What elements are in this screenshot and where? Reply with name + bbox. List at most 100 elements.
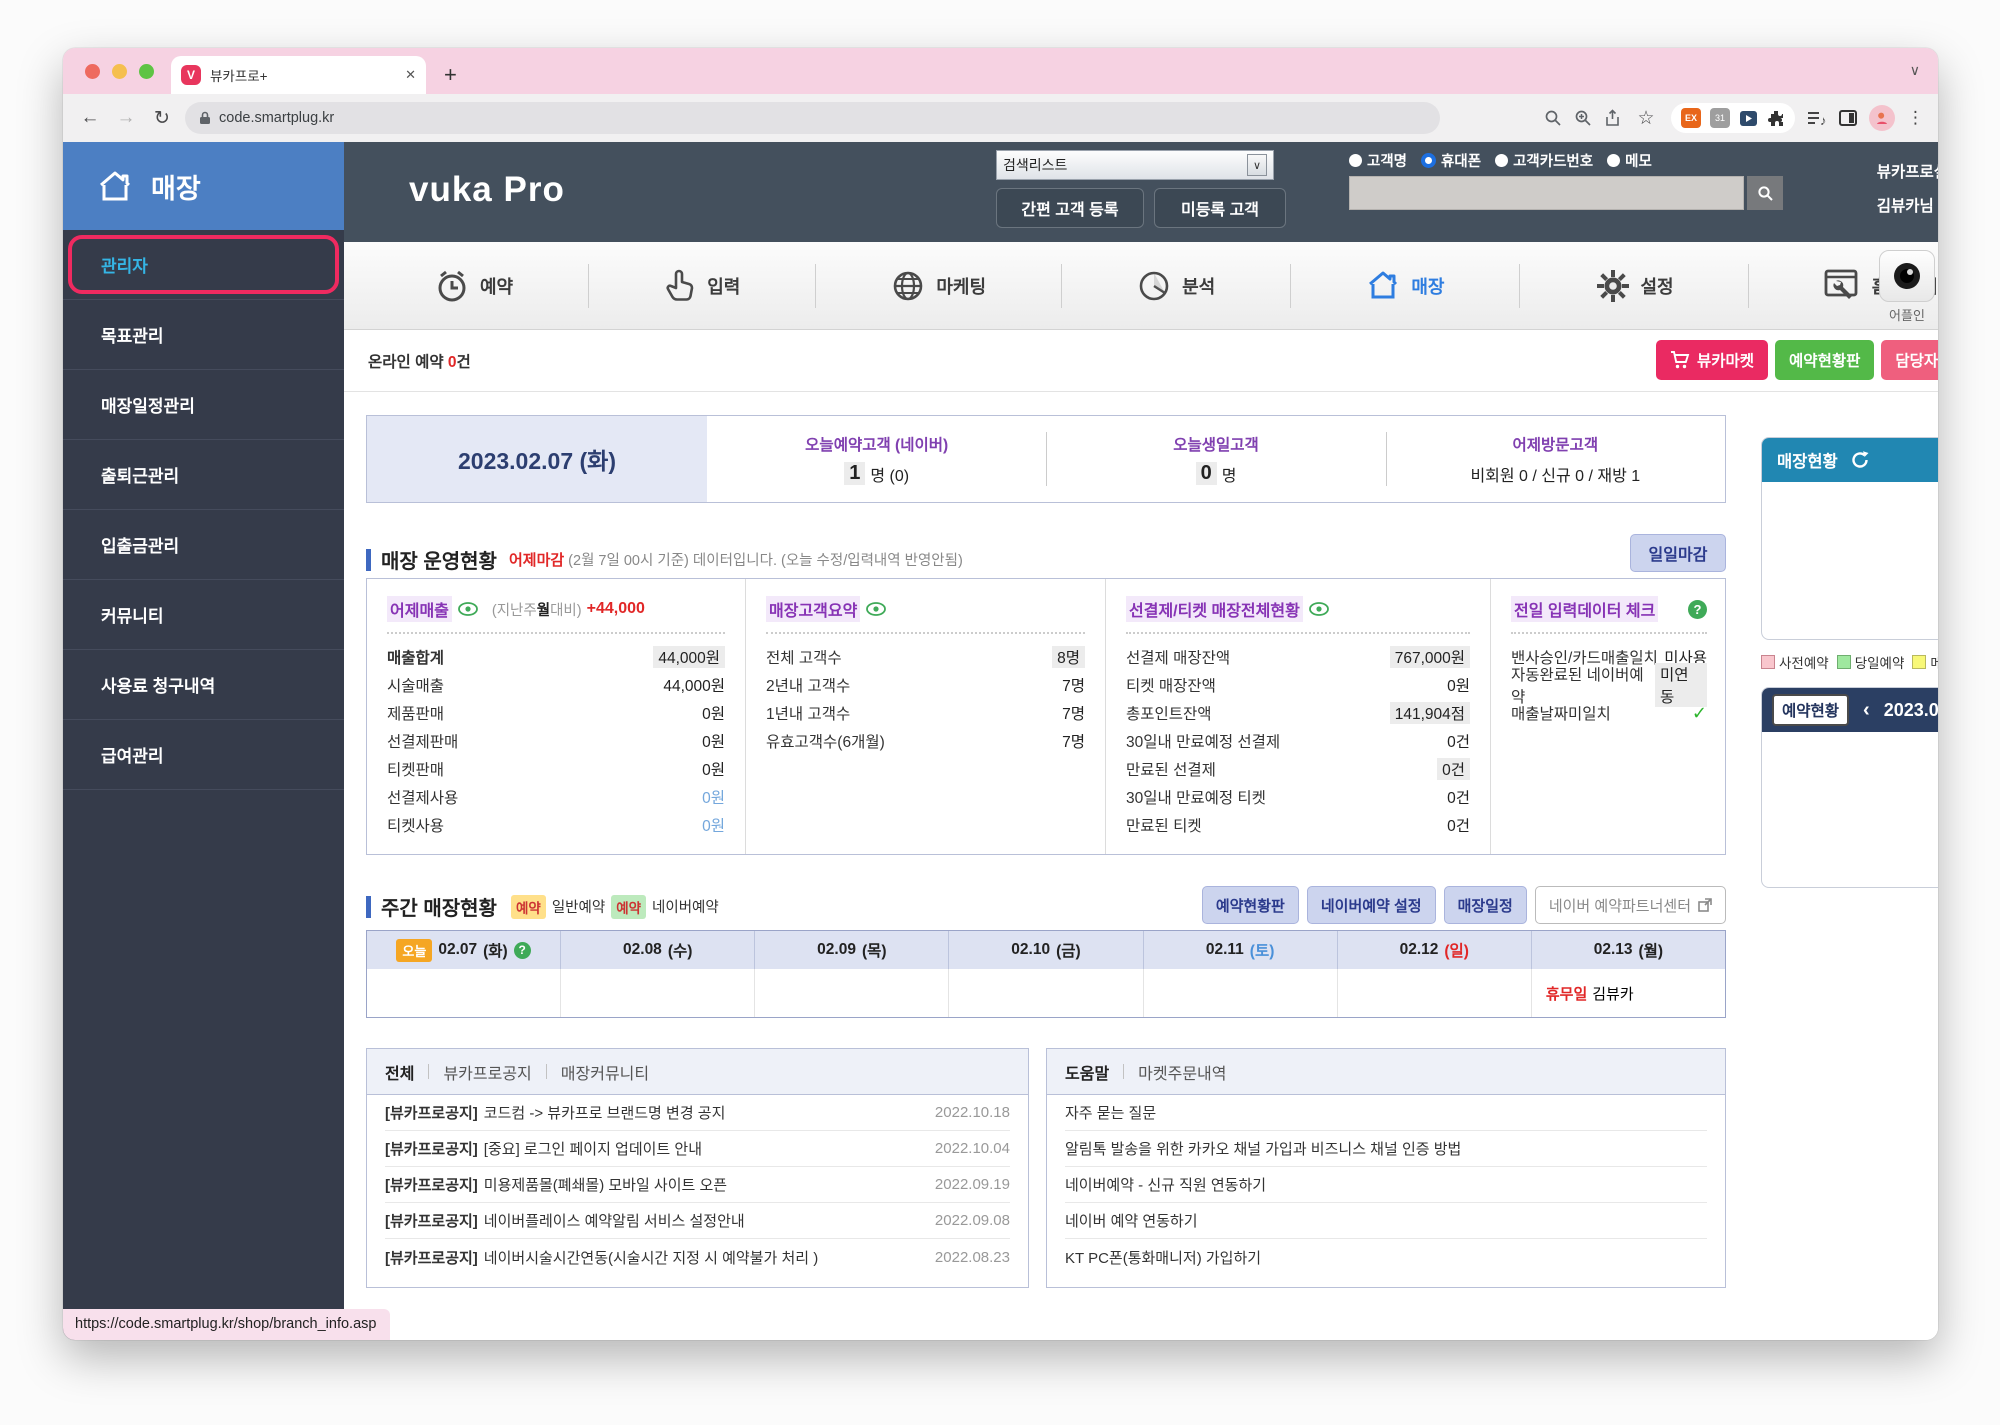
- vuka-market-button[interactable]: 뷰카마켓: [1656, 340, 1768, 380]
- radio-mobile[interactable]: 휴대폰: [1421, 150, 1481, 171]
- new-tab-button[interactable]: [444, 62, 457, 94]
- eye-icon[interactable]: [1309, 602, 1329, 616]
- reservation-status-button[interactable]: 예약현황: [1772, 694, 1849, 726]
- minimize-window-button[interactable]: [112, 64, 127, 79]
- eye-icon[interactable]: [866, 602, 886, 616]
- cart-icon: [1670, 351, 1690, 369]
- notice-item[interactable]: [뷰카프로공지]코드컴 -> 뷰카프로 브랜드명 변경 공지2022.10.18: [385, 1095, 1010, 1131]
- nav-analysis[interactable]: 분석: [1136, 268, 1215, 304]
- sidebar-item-attendance[interactable]: 출퇴근관리: [63, 440, 344, 510]
- day-cell[interactable]: [560, 969, 754, 1017]
- ops-row: 선결제 매장잔액767,000원: [1126, 643, 1470, 671]
- radio-card-number[interactable]: 고객카드번호: [1495, 150, 1593, 171]
- help-item[interactable]: 네이버예약 - 신규 직원 연동하기: [1065, 1167, 1707, 1203]
- nav-input[interactable]: 입력: [663, 268, 740, 304]
- store-schedule-button[interactable]: 매장일정: [1444, 886, 1527, 924]
- back-button[interactable]: ←: [77, 107, 103, 129]
- customer-search-button[interactable]: [1747, 176, 1783, 210]
- tab-store-community[interactable]: 매장커뮤니티: [561, 1060, 649, 1084]
- ops-row: 선결제판매0원: [387, 727, 725, 755]
- customer-search-input[interactable]: [1349, 176, 1744, 210]
- extension-calendar-icon[interactable]: 31: [1710, 108, 1730, 128]
- notice-item[interactable]: [뷰카프로공지]미용제품몰(폐쇄몰) 모바일 사이트 오픈2022.09.19: [385, 1167, 1010, 1203]
- day-cell[interactable]: [1143, 969, 1337, 1017]
- share-icon[interactable]: [1604, 109, 1621, 127]
- day-cell-holiday[interactable]: 휴무일 김뷰카: [1531, 969, 1725, 1017]
- ops-section-header: 매장 운영현황 어제마감 (2월 7일 00시 기준) 데이터입니다. (오늘 …: [366, 545, 963, 574]
- tab-search-chevron-icon[interactable]: [1910, 62, 1920, 79]
- app-shortcut[interactable]: [1879, 250, 1935, 302]
- tab-close-icon[interactable]: [405, 67, 416, 83]
- sidebar-item-community[interactable]: 커뮤니티: [63, 580, 344, 650]
- ops-row: 만료된 티켓0건: [1126, 811, 1470, 839]
- extensions-puzzle-icon[interactable]: [1767, 109, 1785, 127]
- legend-sameday: 당일예약: [1837, 652, 1905, 672]
- unregistered-customer-button[interactable]: 미등록 고객: [1154, 188, 1286, 228]
- nav-settings[interactable]: 설정: [1595, 268, 1674, 304]
- sidebar-item-admin[interactable]: 관리자: [63, 230, 344, 300]
- radio-customer-name[interactable]: 고객명: [1349, 150, 1407, 171]
- sidebar-item-store-schedule[interactable]: 매장일정관리: [63, 370, 344, 440]
- help-item[interactable]: 알림톡 발송을 위한 카카오 채널 가입과 비즈니스 채널 인증 방법: [1065, 1131, 1707, 1167]
- naver-reservation-settings-button[interactable]: 네이버예약 설정: [1307, 886, 1436, 924]
- user-name: 김뷰카님: [1877, 190, 1938, 224]
- help-icon[interactable]: [514, 942, 531, 959]
- customer-search-radios: 고객명 휴대폰 고객카드번호 메모: [1349, 150, 1652, 171]
- close-window-button[interactable]: [85, 64, 100, 79]
- day-header-saturday: 02.11(토): [1143, 931, 1337, 969]
- radio-memo[interactable]: 메모: [1607, 150, 1652, 171]
- reservation-board-button[interactable]: 예약현황판: [1775, 340, 1874, 380]
- daily-close-button[interactable]: 일일마감: [1630, 534, 1726, 572]
- quick-customer-register-button[interactable]: 간편 고객 등록: [996, 188, 1144, 228]
- prepaid-ticket-column: 선결제/티켓 매장전체현황 선결제 매장잔액767,000원 티켓 매장잔액0원…: [1105, 579, 1490, 854]
- extension-video-icon[interactable]: [1739, 109, 1758, 128]
- side-panel-icon[interactable]: [1839, 110, 1857, 126]
- tab-market-orders[interactable]: 마켓주문내역: [1138, 1060, 1226, 1084]
- zoom-icon[interactable]: [1574, 109, 1592, 127]
- search-list-select[interactable]: 검색리스트: [996, 150, 1274, 180]
- sidebar-item-cash-flow[interactable]: 입출금관리: [63, 510, 344, 580]
- page-content: 온라인 예약 0건 뷰카마켓 예약현황판 담당자별 2023.02.07 (화): [344, 330, 1938, 1340]
- tab-all[interactable]: 전체: [385, 1060, 414, 1084]
- eye-icon[interactable]: [458, 602, 478, 616]
- notice-item[interactable]: [뷰카프로공지]네이버시술시간연동(시술시간 지정 시 예약불가 처리 )202…: [385, 1239, 1010, 1275]
- extension-ex-icon[interactable]: EX: [1681, 108, 1701, 128]
- search-icon[interactable]: [1544, 109, 1562, 127]
- prev-arrow-icon[interactable]: [1863, 699, 1870, 722]
- day-cell[interactable]: [367, 969, 560, 1017]
- day-cell[interactable]: [948, 969, 1142, 1017]
- forward-button[interactable]: →: [113, 107, 139, 129]
- stat-value: 0: [1196, 462, 1217, 485]
- notice-item[interactable]: [뷰카프로공지][중요] 로그인 페이지 업데이트 안내2022.10.04: [385, 1131, 1010, 1167]
- naver-partner-center-button[interactable]: 네이버 예약파트너센터: [1535, 886, 1726, 924]
- nav-marketing[interactable]: 마케팅: [890, 268, 986, 304]
- globe-icon: [890, 268, 926, 304]
- weekly-reservation-board-button[interactable]: 예약현황판: [1202, 886, 1299, 924]
- browser-tab[interactable]: V 뷰카프로+: [171, 56, 426, 94]
- day-cell[interactable]: [1337, 969, 1531, 1017]
- day-cell[interactable]: [754, 969, 948, 1017]
- sidebar-item-goal-management[interactable]: 목표관리: [63, 300, 344, 370]
- ops-row: 선결제사용0원: [387, 783, 725, 811]
- help-icon[interactable]: [1688, 600, 1707, 619]
- help-item[interactable]: 네이버 예약 연동하기: [1065, 1203, 1707, 1239]
- notice-item[interactable]: [뷰카프로공지]네이버플레이스 예약알림 서비스 설정안내2022.09.08: [385, 1203, 1010, 1239]
- sidebar-item-payroll[interactable]: 급여관리: [63, 720, 344, 790]
- tab-vukapro-notice[interactable]: 뷰카프로공지: [443, 1060, 531, 1084]
- by-staff-button[interactable]: 담당자별: [1881, 340, 1938, 380]
- sidebar-item-billing[interactable]: 사용료 청구내역: [63, 650, 344, 720]
- nav-reservation[interactable]: 예약: [434, 268, 513, 304]
- reload-button[interactable]: ↻: [149, 107, 175, 130]
- today-naver-reservations: 오늘예약고객 (네이버) 1명 (0): [707, 416, 1046, 502]
- refresh-icon[interactable]: [1850, 450, 1870, 470]
- profile-avatar[interactable]: [1869, 105, 1895, 131]
- nav-store[interactable]: 매장: [1365, 268, 1444, 304]
- help-item[interactable]: KT PC폰(통화매니저) 가입하기: [1065, 1239, 1707, 1275]
- browser-menu-icon[interactable]: [1907, 108, 1924, 128]
- reading-list-icon[interactable]: ♪: [1807, 110, 1827, 126]
- tab-help[interactable]: 도움말: [1065, 1060, 1109, 1084]
- maximize-window-button[interactable]: [139, 64, 154, 79]
- address-bar[interactable]: code.smartplug.kr: [185, 102, 1440, 134]
- bookmark-star-icon[interactable]: ☆: [1633, 107, 1659, 130]
- help-item[interactable]: 자주 묻는 질문: [1065, 1095, 1707, 1131]
